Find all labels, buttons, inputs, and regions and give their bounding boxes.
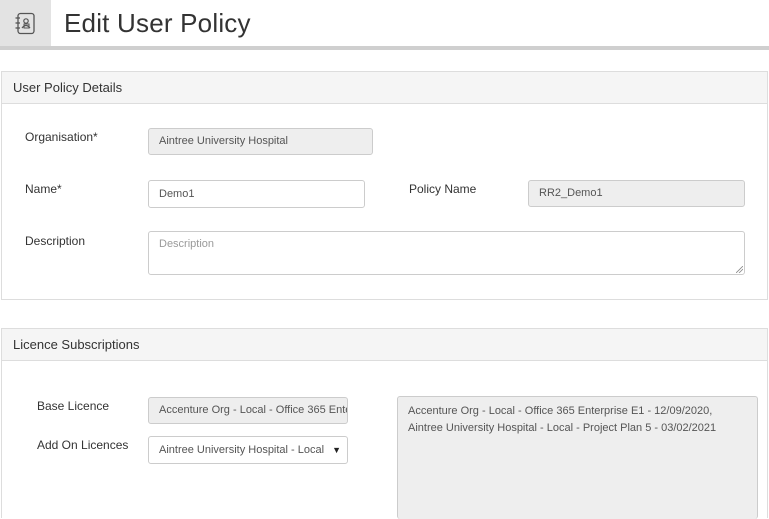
add-on-licences-select[interactable]: Aintree University Hospital - Local ▼ xyxy=(148,436,348,464)
panel-heading: Licence Subscriptions xyxy=(2,329,767,361)
add-on-licences-label: Add On Licences xyxy=(37,438,129,452)
licence-summary-line: Accenture Org - Local - Office 365 Enter… xyxy=(408,405,713,417)
base-licence-field: Accenture Org - Local - Office 365 Enter… xyxy=(148,397,348,424)
page-title: Edit User Policy xyxy=(64,8,251,38)
base-licence-label: Base Licence xyxy=(37,399,110,413)
user-policy-details-panel: User Policy Details Organisation* Aintre… xyxy=(1,71,768,300)
organisation-field: Aintree University Hospital xyxy=(148,128,373,155)
add-on-licences-selected-value: Aintree University Hospital - Local xyxy=(159,444,325,456)
description-textarea[interactable] xyxy=(148,231,745,275)
panel-heading: User Policy Details xyxy=(2,72,767,104)
policy-notebook-icon xyxy=(15,12,35,35)
description-label: Description xyxy=(25,234,86,248)
resize-grip-icon[interactable] xyxy=(736,266,743,273)
name-input[interactable]: Demo1 xyxy=(148,180,365,208)
header-icon-container xyxy=(0,0,51,47)
organisation-label: Organisation* xyxy=(25,130,98,144)
policy-name-field: RR2_Demo1 xyxy=(528,180,745,207)
licence-subscriptions-panel: Licence Subscriptions Base Licence Accen… xyxy=(1,328,768,519)
page-header: Edit User Policy xyxy=(0,0,769,50)
name-label: Name* xyxy=(25,182,62,196)
dropdown-caret-icon: ▼ xyxy=(332,445,341,455)
header-divider xyxy=(0,46,769,50)
licence-summary-line: Aintree University Hospital - Local - Pr… xyxy=(408,422,717,434)
licence-summary-list: Accenture Org - Local - Office 365 Enter… xyxy=(397,396,758,519)
policy-name-label: Policy Name xyxy=(409,182,477,196)
